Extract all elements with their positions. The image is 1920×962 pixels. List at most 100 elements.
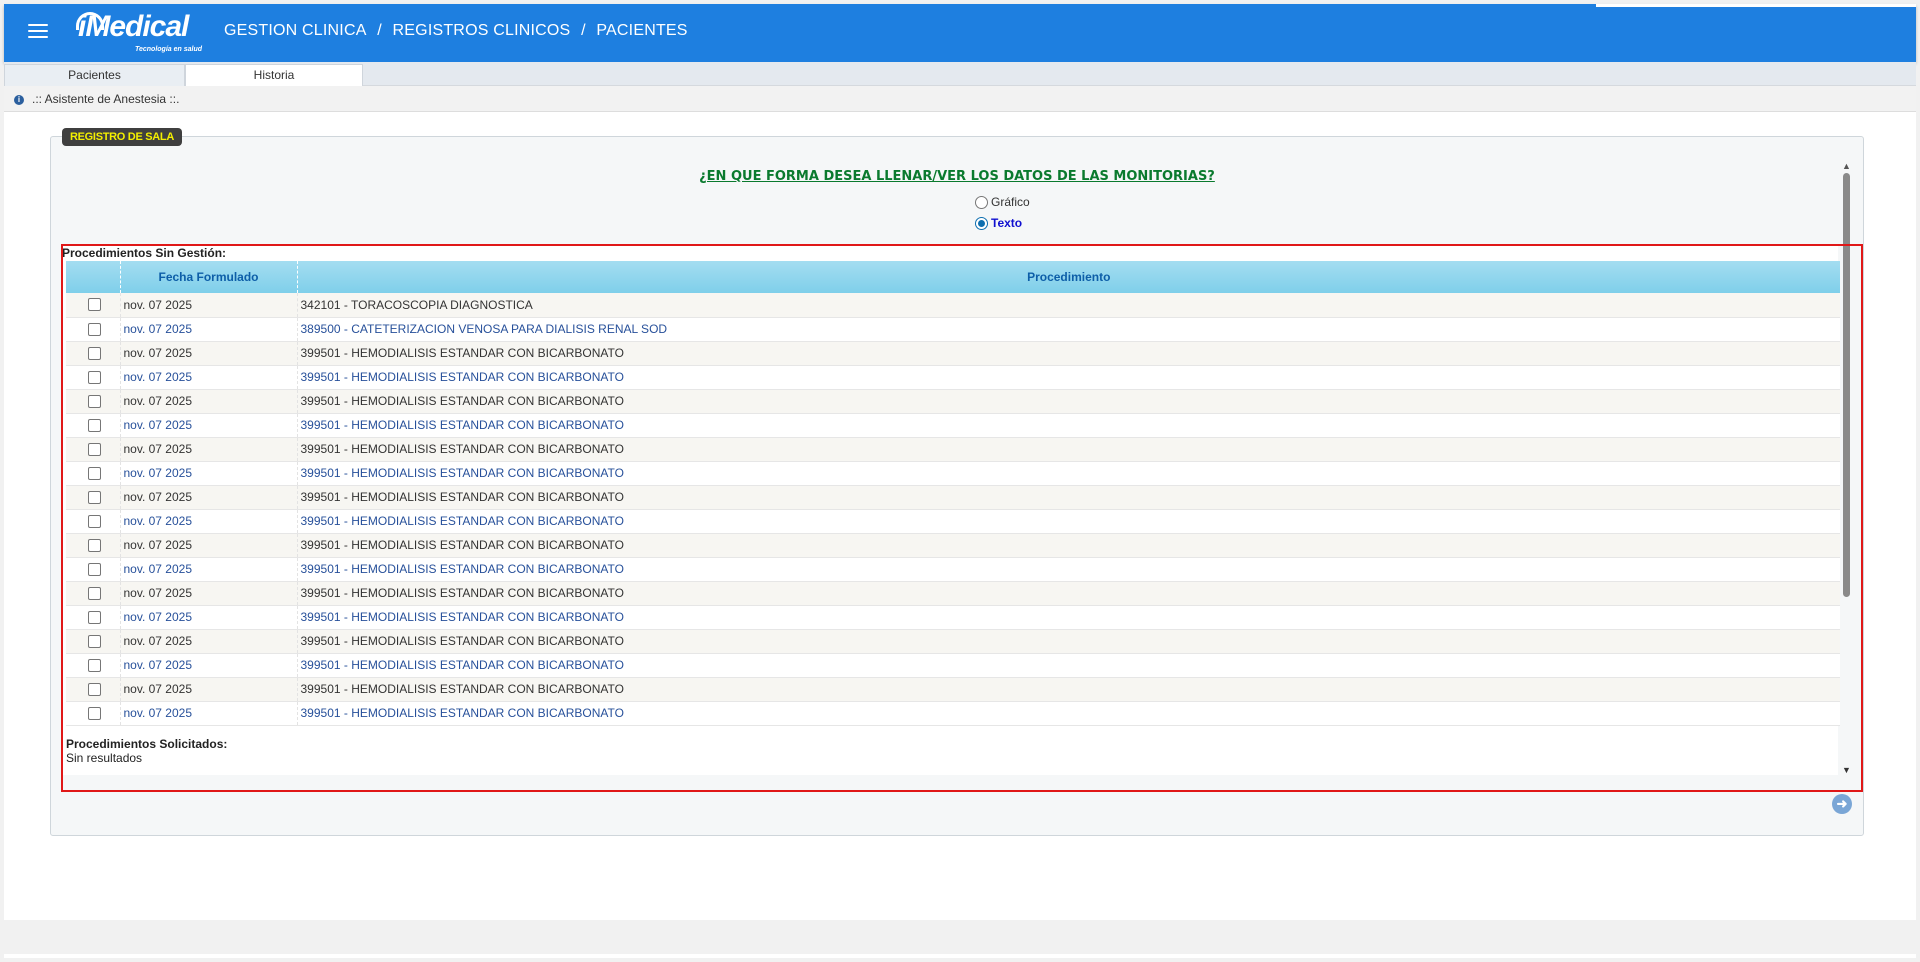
monitoring-question: ¿EN QUE FORMA DESEA LLENAR/VER LOS DATOS… (699, 169, 1215, 184)
tab-pacientes[interactable]: Pacientes (4, 64, 185, 86)
procedimiento-cell: 399501 - HEMODIALISIS ESTANDAR CON BICAR… (296, 437, 1840, 462)
fecha-cell: nov. 07 2025 (119, 293, 297, 318)
row-checkbox[interactable] (87, 322, 101, 336)
bottom-strip (0, 920, 1920, 954)
breadcrumb-item-pacientes[interactable]: PACIENTES (596, 22, 687, 39)
row-checkbox[interactable] (87, 658, 101, 672)
procedimiento-cell: 399501 - HEMODIALISIS ESTANDAR CON BICAR… (296, 413, 1840, 438)
table-row[interactable]: nov. 07 2025 399501 - HEMODIALISIS ESTAND… (66, 581, 1840, 606)
tab-historia[interactable]: Historia (185, 64, 363, 86)
fecha-cell: nov. 07 2025 (119, 413, 297, 438)
table-row[interactable]: nov. 07 2025 399501 - HEMODIALISIS ESTAND… (66, 629, 1840, 654)
procedimientos-solicitados-title: Procedimientos Solicitados: (66, 737, 228, 751)
table-row[interactable]: nov. 07 2025 399501 - HEMODIALISIS ESTAND… (66, 485, 1840, 510)
option-grafico[interactable]: Gráfico (975, 195, 1030, 209)
row-checkbox[interactable] (87, 610, 101, 624)
scroll-up-icon[interactable]: ▲ (1842, 161, 1851, 171)
row-checkbox[interactable] (87, 418, 101, 432)
row-select-cell (66, 485, 120, 510)
fecha-cell: nov. 07 2025 (119, 317, 297, 342)
table-row[interactable]: nov. 07 2025 399501 - HEMODIALISIS ESTAND… (66, 677, 1840, 702)
breadcrumb-item-gestion-clinica[interactable]: GESTION CLINICA (224, 22, 367, 39)
row-checkbox[interactable] (87, 538, 101, 552)
procedimiento-cell: 399501 - HEMODIALISIS ESTANDAR CON BICAR… (296, 701, 1840, 726)
row-checkbox[interactable] (87, 586, 101, 600)
table-row[interactable]: nov. 07 2025 399501 - HEMODIALISIS ESTAND… (66, 437, 1840, 462)
procedimiento-cell: 399501 - HEMODIALISIS ESTANDAR CON BICAR… (296, 605, 1840, 630)
top-bar: iMedical Tecnología en salud GESTION CLI… (4, 4, 1916, 62)
option-texto[interactable]: Texto (975, 216, 1022, 230)
row-checkbox[interactable] (87, 514, 101, 528)
procedimientos-sin-gestion-title: Procedimientos Sin Gestión: (62, 246, 227, 260)
column-header-fecha[interactable]: Fecha Formulado (119, 261, 297, 293)
row-checkbox[interactable] (87, 634, 101, 648)
row-checkbox[interactable] (87, 370, 101, 384)
option-grafico-label: Gráfico (991, 195, 1030, 209)
row-select-cell (66, 533, 120, 558)
scroll-down-icon[interactable]: ▼ (1842, 765, 1851, 775)
fecha-cell: nov. 07 2025 (119, 461, 297, 486)
radio-texto[interactable] (975, 216, 988, 230)
table-row[interactable]: nov. 07 2025 399501 - HEMODIALISIS ESTAND… (66, 605, 1840, 630)
row-checkbox[interactable] (87, 442, 101, 456)
scrollbar-thumb[interactable] (1843, 173, 1850, 597)
row-checkbox[interactable] (87, 466, 101, 480)
row-select-cell (66, 509, 120, 534)
imedical-logo: iMedical Tecnología en salud (76, 10, 208, 56)
hamburger-menu-icon[interactable] (28, 24, 48, 40)
option-texto-label: Texto (991, 216, 1023, 230)
row-select-cell (66, 677, 120, 702)
row-checkbox[interactable] (87, 562, 101, 576)
table-row[interactable]: nov. 07 2025 399501 - HEMODIALISIS ESTAND… (66, 341, 1840, 366)
table-row[interactable]: nov. 07 2025 399501 - HEMODIALISIS ESTAND… (66, 413, 1840, 438)
fecha-cell: nov. 07 2025 (119, 509, 297, 534)
table-row[interactable]: nov. 07 2025 342101 - TORACOSCOPIA DIAGNO… (66, 293, 1840, 318)
tab-bar: Pacientes Historia (4, 62, 1916, 86)
table-row[interactable]: nov. 07 2025 399501 - HEMODIALISIS ESTAND… (66, 701, 1840, 726)
table-row[interactable]: nov. 07 2025 399501 - HEMODIALISIS ESTAND… (66, 509, 1840, 534)
fecha-cell: nov. 07 2025 (119, 557, 297, 582)
fecha-cell: nov. 07 2025 (119, 389, 297, 414)
procedimiento-cell: 399501 - HEMODIALISIS ESTANDAR CON BICAR… (296, 341, 1840, 366)
row-select-cell (66, 341, 120, 366)
table-row[interactable]: nov. 07 2025 399501 - HEMODIALISIS ESTAND… (66, 557, 1840, 582)
row-checkbox[interactable] (87, 706, 101, 720)
row-select-cell (66, 581, 120, 606)
table-row[interactable]: nov. 07 2025 399501 - HEMODIALISIS ESTAND… (66, 653, 1840, 678)
row-checkbox[interactable] (87, 490, 101, 504)
table-row[interactable]: nov. 07 2025 399501 - HEMODIALISIS ESTAND… (66, 365, 1840, 390)
procedimiento-cell: 399501 - HEMODIALISIS ESTANDAR CON BICAR… (296, 389, 1840, 414)
row-select-cell (66, 317, 120, 342)
fecha-cell: nov. 07 2025 (119, 533, 297, 558)
row-checkbox[interactable] (87, 394, 101, 408)
row-select-cell (66, 389, 120, 414)
fecha-cell: nov. 07 2025 (119, 701, 297, 726)
fecha-cell: nov. 07 2025 (119, 653, 297, 678)
table-row[interactable]: nov. 07 2025 399501 - HEMODIALISIS ESTAND… (66, 533, 1840, 558)
arrow-right-circle-icon[interactable]: ➜ (1832, 794, 1852, 814)
row-select-cell (66, 365, 120, 390)
procedimiento-cell: 399501 - HEMODIALISIS ESTANDAR CON BICAR… (296, 653, 1840, 678)
assistant-header: i .:: Asistente de Anestesia ::. (4, 86, 1916, 112)
row-checkbox[interactable] (87, 298, 101, 312)
vertical-scrollbar[interactable]: ▲ ▼ (1841, 157, 1851, 775)
row-select-cell (66, 653, 120, 678)
logo-tagline: Tecnología en salud (134, 46, 202, 53)
procedimiento-cell: 399501 - HEMODIALISIS ESTANDAR CON BICAR… (296, 677, 1840, 702)
table-header-row: Fecha Formulado Procedimiento (66, 261, 1840, 293)
breadcrumb-item-registros-clinicos[interactable]: REGISTROS CLINICOS (393, 22, 571, 39)
procedimiento-cell: 399501 - HEMODIALISIS ESTANDAR CON BICAR… (296, 629, 1840, 654)
fecha-cell: nov. 07 2025 (119, 677, 297, 702)
row-checkbox[interactable] (87, 346, 101, 360)
column-header-procedimiento[interactable]: Procedimiento (296, 261, 1840, 293)
row-checkbox[interactable] (87, 682, 101, 696)
row-select-cell (66, 605, 120, 630)
procedimiento-cell: 399501 - HEMODIALISIS ESTANDAR CON BICAR… (296, 509, 1840, 534)
table-row[interactable]: nov. 07 2025 389500 - CATETERIZACION VENO… (66, 317, 1840, 342)
table-row[interactable]: nov. 07 2025 399501 - HEMODIALISIS ESTAND… (66, 389, 1840, 414)
procedimiento-cell: 399501 - HEMODIALISIS ESTANDAR CON BICAR… (296, 485, 1840, 510)
table-row[interactable]: nov. 07 2025 399501 - HEMODIALISIS ESTAND… (66, 461, 1840, 486)
radio-grafico[interactable] (975, 195, 988, 209)
procedimiento-cell: 399501 - HEMODIALISIS ESTANDAR CON BICAR… (296, 533, 1840, 558)
fecha-cell: nov. 07 2025 (119, 341, 297, 366)
